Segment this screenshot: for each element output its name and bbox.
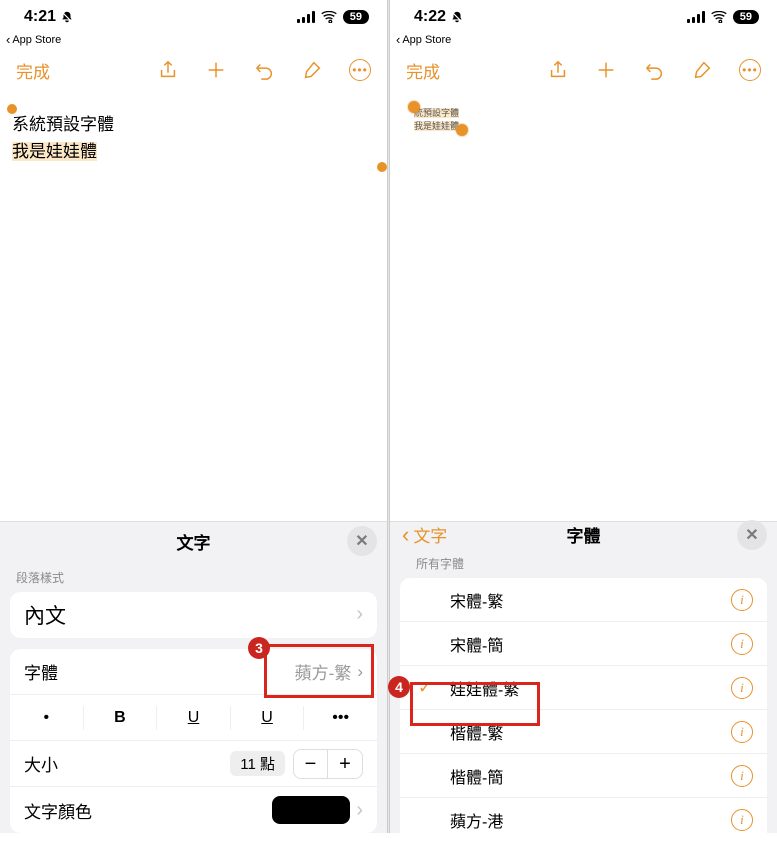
color-swatch	[272, 796, 350, 824]
color-label: 文字顏色	[24, 798, 92, 823]
font-item[interactable]: 宋體-簡 i	[400, 622, 767, 666]
sheet-header: ‹ 文字 字體 ✕	[390, 522, 777, 547]
selection-handle[interactable]	[377, 162, 387, 172]
chevron-right-icon: ›	[356, 603, 363, 626]
breadcrumb[interactable]: ‹ App Store	[390, 34, 777, 48]
share-icon[interactable]	[547, 59, 569, 81]
font-name: 楷體-簡	[450, 764, 503, 788]
clock: 4:21	[24, 8, 56, 26]
add-icon[interactable]	[595, 59, 617, 81]
section-label: 段落樣式	[0, 561, 387, 592]
toolbar: 完成 •••	[0, 48, 387, 92]
text-line: 系統預設字體	[12, 115, 114, 134]
font-name: 蘋方-港	[450, 808, 503, 832]
underline-button[interactable]: U	[157, 709, 230, 727]
font-sheet: ‹ 文字 字體 ✕ 所有字體 4 宋體-繁 i 宋體-簡 i ✓ 娃娃體-繁 i	[390, 521, 777, 833]
bold-button[interactable]: B	[84, 709, 157, 727]
strike-button[interactable]: U	[231, 709, 304, 727]
dnd-icon	[60, 10, 74, 24]
phone-left: 4:21 59 ‹ App Store 完成 ••• 系統預設字體	[0, 0, 387, 833]
font-item[interactable]: 楷體-簡 i	[400, 754, 767, 798]
canvas[interactable]: 系統預設字體 我是娃娃體	[0, 92, 387, 521]
done-button[interactable]: 完成	[406, 58, 440, 83]
sheet-title: 文字	[177, 529, 211, 554]
paragraph-style-row[interactable]: 內文 ›	[10, 592, 377, 638]
font-item[interactable]: 蘋方-港 i	[400, 798, 767, 842]
callout-badge: 4	[388, 676, 410, 698]
dnd-icon	[450, 10, 464, 24]
callout-badge: 3	[248, 637, 270, 659]
style-buttons-row: • B U U •••	[10, 695, 377, 741]
signal-icon	[297, 11, 315, 23]
chevron-right-icon: ›	[356, 799, 363, 822]
text-color-row[interactable]: 文字顏色 ›	[10, 787, 377, 833]
battery-pill: 59	[733, 10, 759, 24]
more-icon[interactable]: •••	[349, 59, 371, 81]
breadcrumb-label: App Store	[402, 34, 451, 46]
info-icon[interactable]: i	[731, 677, 753, 699]
info-icon[interactable]: i	[731, 809, 753, 831]
undo-icon[interactable]	[253, 59, 275, 81]
status-bar: 4:22 59	[390, 0, 777, 34]
list-bullet-button[interactable]: •	[10, 709, 83, 727]
back-label: 文字	[413, 522, 447, 547]
size-decrease-button[interactable]: −	[294, 750, 328, 778]
paragraph-style-value: 內文	[24, 600, 66, 630]
phone-right: 4:22 59 ‹ App Store 完成 ••• 統預設字體 我是娃娃體	[390, 0, 777, 833]
signal-icon	[687, 11, 705, 23]
more-styles-button[interactable]: •••	[304, 709, 377, 727]
size-value: 11 點	[230, 751, 285, 776]
info-icon[interactable]: i	[731, 765, 753, 787]
done-button[interactable]: 完成	[16, 58, 50, 83]
format-sheet: 文字 ✕ 段落樣式 內文 › 3 字體 蘋方-繁 › • B	[0, 521, 387, 833]
font-size-row: 大小 11 點 − +	[10, 741, 377, 787]
undo-icon[interactable]	[643, 59, 665, 81]
text-line: 統預設字體	[414, 108, 459, 118]
selection-handle[interactable]	[7, 104, 17, 114]
size-increase-button[interactable]: +	[328, 750, 362, 778]
add-icon[interactable]	[205, 59, 227, 81]
toolbar: 完成 •••	[390, 48, 777, 92]
wifi-icon	[711, 11, 727, 23]
font-name: 宋體-簡	[450, 632, 503, 656]
text-line-selected: 我是娃娃體	[12, 142, 97, 161]
selection-handle[interactable]	[408, 101, 420, 113]
callout-box	[264, 644, 374, 698]
breadcrumb[interactable]: ‹ App Store	[0, 34, 387, 48]
close-icon[interactable]: ✕	[347, 526, 377, 556]
sheet-title: 字體	[566, 522, 600, 547]
callout-box	[410, 682, 540, 726]
canvas[interactable]: 統預設字體 我是娃娃體	[390, 92, 777, 521]
clock: 4:22	[414, 8, 446, 26]
more-icon[interactable]: •••	[739, 59, 761, 81]
battery-pill: 59	[343, 10, 369, 24]
info-icon[interactable]: i	[731, 721, 753, 743]
size-label: 大小	[24, 751, 58, 776]
brush-icon[interactable]	[691, 59, 713, 81]
text-line: 我是娃娃體	[414, 121, 459, 131]
close-icon[interactable]: ✕	[737, 520, 767, 550]
sheet-header: 文字 ✕	[0, 522, 387, 561]
breadcrumb-label: App Store	[12, 34, 61, 46]
status-bar: 4:21 59	[0, 0, 387, 34]
wifi-icon	[321, 11, 337, 23]
info-icon[interactable]: i	[731, 633, 753, 655]
info-icon[interactable]: i	[731, 589, 753, 611]
brush-icon[interactable]	[301, 59, 323, 81]
font-item[interactable]: 宋體-繁 i	[400, 578, 767, 622]
font-name: 宋體-繁	[450, 588, 503, 612]
chevron-left-icon: ‹	[402, 522, 409, 548]
back-button[interactable]: ‹ 文字	[402, 522, 447, 548]
font-label: 字體	[24, 659, 58, 684]
selection-handle[interactable]	[456, 124, 468, 136]
share-icon[interactable]	[157, 59, 179, 81]
section-label: 所有字體	[390, 547, 777, 578]
